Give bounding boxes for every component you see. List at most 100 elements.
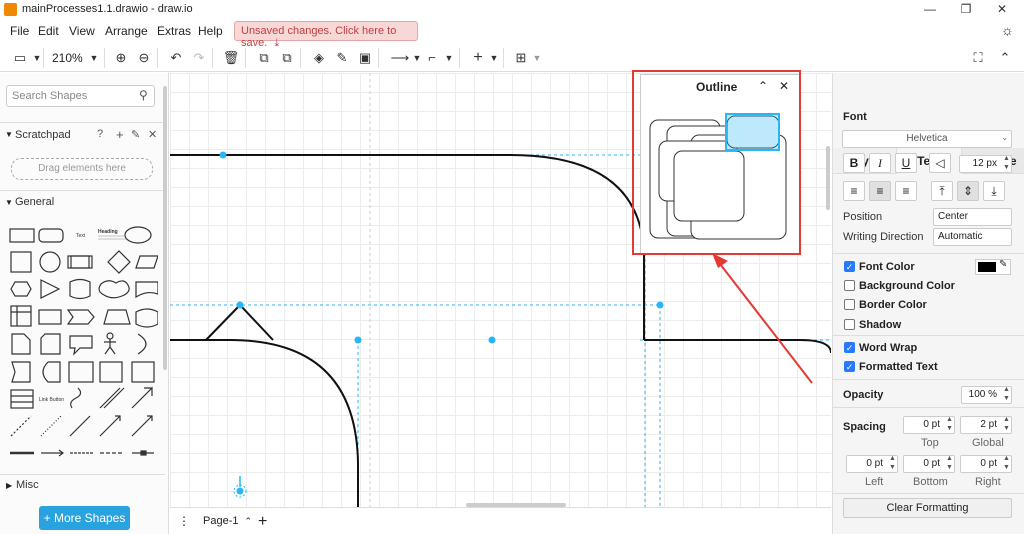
shape-card[interactable] (40, 333, 61, 355)
add-icon[interactable]: + (116, 127, 124, 142)
shape-note[interactable] (11, 333, 31, 355)
unsaved-changes-button[interactable]: Unsaved changes. Click here to save. ⤓ (234, 21, 418, 49)
shape-cube[interactable] (38, 309, 62, 325)
menu-file[interactable]: File (10, 24, 29, 38)
chevron-down-icon[interactable]: ▼ (27, 48, 47, 68)
edit-icon[interactable]: ✎ (131, 128, 140, 141)
underline-button[interactable]: U (895, 153, 917, 173)
stepper-icon[interactable]: ▲ ▼ (1003, 415, 1010, 433)
selection-handle[interactable] (236, 487, 244, 495)
delete-icon[interactable]: 🗑 (221, 48, 241, 68)
shape-internal-storage[interactable] (10, 305, 32, 327)
shape-line-arrow[interactable] (41, 449, 64, 457)
shape-arrow[interactable] (131, 386, 153, 409)
minimize-button[interactable]: — (915, 2, 945, 18)
line-color-icon[interactable]: ✎ (332, 48, 352, 68)
search-icon[interactable]: ⚲ (139, 88, 148, 102)
align-right-button[interactable]: ≡ (895, 181, 917, 201)
general-title[interactable]: General (15, 196, 54, 208)
shape-triangle[interactable] (40, 279, 61, 299)
menu-help[interactable]: Help (198, 24, 223, 38)
shape-delay[interactable] (42, 361, 61, 383)
page-tab[interactable]: Page-1 ⌃ (196, 510, 254, 532)
shape-list[interactable] (10, 389, 34, 409)
shape-rectangle[interactable] (9, 228, 35, 243)
formatted-text-checkbox[interactable]: ✓ (844, 361, 855, 372)
shape-rounded-rectangle[interactable] (38, 228, 64, 243)
shape-cloud[interactable] (98, 280, 130, 299)
shape-parallelogram[interactable] (135, 255, 158, 269)
position-select[interactable]: Center (933, 208, 1012, 226)
align-middle-button[interactable]: ⇕ (957, 181, 979, 201)
font-family-select[interactable]: Helvetica (842, 130, 1012, 148)
to-back-icon[interactable]: ⧉ (277, 48, 297, 68)
background-color-checkbox[interactable] (844, 280, 855, 291)
align-center-button[interactable]: ≡ (869, 181, 891, 201)
bold-button[interactable]: B (843, 153, 865, 173)
expand-misc-icon[interactable]: ▶ (6, 481, 12, 490)
shape-connector[interactable] (131, 415, 153, 437)
border-color-checkbox[interactable] (844, 299, 855, 310)
zoom-level[interactable]: 210% (52, 51, 83, 65)
rounded-shape-top[interactable] (170, 154, 645, 340)
scratchpad-dropzone[interactable]: Drag elements here (11, 158, 153, 180)
more-shapes-button[interactable]: + More Shapes (39, 506, 130, 530)
undo-icon[interactable]: ↶ (166, 48, 186, 68)
close-icon[interactable]: ✕ (148, 128, 157, 141)
shadow-icon[interactable]: ▣ (355, 48, 375, 68)
chevron-down-icon[interactable]: ▼ (439, 48, 459, 68)
chevron-down-icon[interactable]: ▼ (527, 48, 547, 68)
align-top-button[interactable]: ⤒ (931, 181, 953, 201)
rounded-shape-bottom[interactable] (170, 339, 359, 507)
collapse-icon[interactable]: ⌃ (995, 48, 1015, 68)
stepper-icon[interactable]: ▲ ▼ (946, 454, 953, 472)
eyedropper-icon[interactable]: ✎ (999, 259, 1007, 270)
scratchpad-title[interactable]: Scratchpad (15, 129, 71, 141)
expand-general-icon[interactable]: ▼ (5, 198, 13, 207)
stepper-icon[interactable]: ▲ ▼ (1003, 454, 1010, 472)
clear-formatting-button[interactable]: Clear Formatting (843, 498, 1012, 518)
shape-square[interactable] (10, 251, 32, 273)
shape-dotted-line[interactable] (40, 415, 62, 437)
menu-edit[interactable]: Edit (38, 24, 59, 38)
selection-handle[interactable] (656, 301, 664, 309)
shape-swimlane[interactable] (131, 361, 155, 383)
word-wrap-checkbox[interactable]: ✓ (844, 342, 855, 353)
zoom-dropdown-icon[interactable]: ▼ (84, 48, 104, 68)
close-window-button[interactable]: ✕ (987, 2, 1017, 18)
search-shapes-input[interactable]: Search Shapes (6, 85, 155, 107)
redo-icon[interactable]: ↷ (189, 48, 209, 68)
align-left-button[interactable]: ≡ (843, 181, 865, 201)
pages-menu-icon[interactable]: ⋮ (178, 514, 190, 528)
shape-step[interactable] (66, 309, 95, 325)
zoom-in-icon[interactable]: ⊕ (111, 48, 131, 68)
to-front-icon[interactable]: ⧉ (254, 48, 274, 68)
shape-dashed-line[interactable] (10, 415, 32, 437)
stepper-icon[interactable]: ▲ ▼ (946, 415, 953, 433)
fullscreen-icon[interactable]: ⛶ (968, 48, 988, 68)
shape-curve[interactable] (70, 387, 82, 409)
selection-handle[interactable] (354, 336, 362, 344)
restore-button[interactable]: ❐ (951, 2, 981, 18)
stepper-icon[interactable]: ▲ ▼ (889, 454, 896, 472)
shape-cylinder[interactable] (69, 278, 91, 300)
triangle-shape[interactable] (205, 303, 274, 341)
zoom-out-icon[interactable]: ⊖ (134, 48, 154, 68)
shape-directional-connector[interactable] (99, 415, 121, 437)
opacity-stepper-icon[interactable]: ▲ ▼ (1003, 385, 1010, 403)
sun-icon[interactable]: ☼ (1001, 22, 1014, 38)
shape-tape[interactable] (135, 308, 158, 328)
align-bottom-button[interactable]: ⤓ (983, 181, 1005, 201)
shadow-checkbox[interactable] (844, 319, 855, 330)
text-direction-icon[interactable]: ◁ (929, 153, 951, 173)
menu-arrange[interactable]: Arrange (105, 24, 148, 38)
shape-circle[interactable] (39, 251, 61, 273)
shape-line[interactable] (69, 415, 91, 437)
selection-handle[interactable] (236, 301, 244, 309)
shape-trapezoid[interactable] (103, 309, 131, 325)
misc-title[interactable]: Misc (16, 479, 39, 491)
menu-extras[interactable]: Extras (157, 24, 191, 38)
shape-ellipse[interactable] (124, 226, 152, 244)
shape-container[interactable] (99, 361, 123, 383)
chevron-down-icon[interactable]: ▼ (484, 48, 504, 68)
